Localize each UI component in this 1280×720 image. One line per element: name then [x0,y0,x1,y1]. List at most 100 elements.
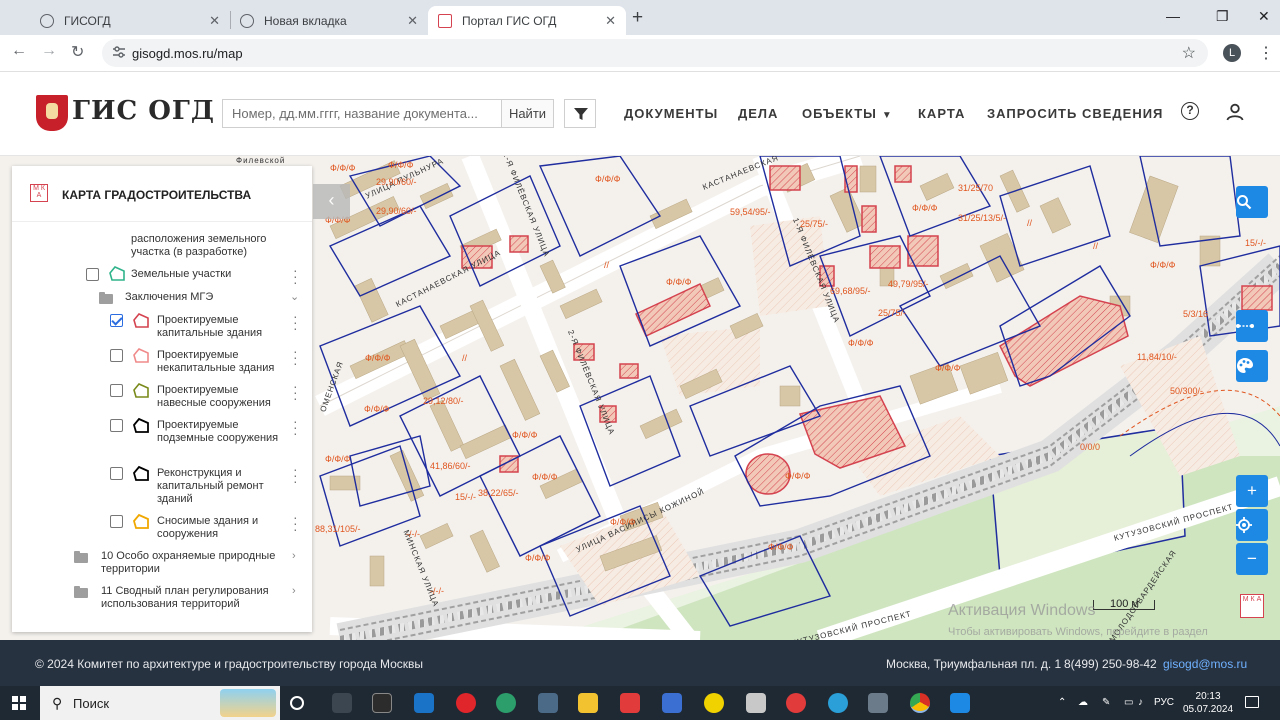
browser-tab[interactable]: Новая вкладка ✕ [230,6,428,35]
close-tab-icon[interactable]: ✕ [209,13,220,29]
site-settings-icon[interactable] [112,45,126,59]
close-tab-icon[interactable]: ✕ [407,13,418,29]
layer-checkbox-canopy-structures[interactable] [110,384,123,397]
chevron-right-icon[interactable]: › [292,550,296,562]
calculator-icon[interactable] [538,693,558,713]
mail-icon[interactable] [414,693,434,713]
browser-toolbar: ← → ↻ gisogd.mos.ru/map ☆ L ⋮ [0,35,1280,72]
layer-checkbox-reconstruction[interactable] [110,467,123,480]
polygon-icon [133,417,149,433]
moscow-coat-of-arms-logo[interactable] [36,95,68,131]
scale-label: 100 м [1110,598,1139,610]
address-bar[interactable]: gisogd.mos.ru/map ☆ [102,39,1208,67]
restore-window-icon[interactable]: ❐ [1216,8,1229,25]
chevron-right-icon[interactable]: › [292,585,296,597]
search-button[interactable]: Найти [501,99,554,128]
tray-volume-icon[interactable]: ♪ [1138,697,1143,708]
my-location-button[interactable] [1236,509,1268,541]
zone-label: 31/25/13/5/- [958,213,1007,223]
measure-button[interactable] [1236,310,1268,342]
nav-documents[interactable]: ДОКУМЕНТЫ [624,106,718,121]
reload-icon[interactable]: ↻ [71,42,84,62]
browser-tab-active[interactable]: Портал ГИС ОГД ✕ [428,6,626,35]
layer-group-label[interactable]: 10 Особо охраняемые природные территории [101,550,281,576]
chevron-down-icon[interactable]: ⌄ [290,290,299,303]
store-icon[interactable] [662,693,682,713]
layer-checkbox-land-plots[interactable] [86,268,99,281]
notification-icon[interactable] [1245,696,1259,708]
settings-app-icon[interactable] [868,693,888,713]
forward-arrow-icon[interactable]: → [41,42,57,60]
chrome-icon[interactable] [910,693,930,713]
yandex-browser-icon[interactable] [786,693,806,713]
map-canvas[interactable]: КАСТАНАЕВСКАЯ УЛИЦА 2-Я ФИЛЁВСКАЯ УЛИЦА … [0,156,1280,640]
nav-request-info[interactable]: ЗАПРОСИТЬ СВЕДЕНИЯ [987,106,1163,121]
tray-chevron-up-icon[interactable]: ⌃ [1058,697,1066,708]
printer-app-icon[interactable] [746,693,766,713]
profile-avatar[interactable]: L [1223,44,1241,62]
telegram-icon[interactable] [828,693,848,713]
layer-checkbox-demolished[interactable] [110,515,123,528]
close-window-icon[interactable]: ✕ [1258,8,1270,25]
edge-icon[interactable] [496,693,516,713]
browser-tab[interactable]: ГИСОГД ✕ [30,6,230,35]
url-text: gisogd.mos.ru/map [132,46,243,61]
windows-activation-title: Активация Windows [948,602,1096,619]
minimize-window-icon[interactable]: — [1166,8,1180,24]
opera-icon[interactable] [456,693,476,713]
layer-checkbox-capital-buildings[interactable] [110,314,123,327]
back-arrow-icon[interactable]: ← [11,42,27,60]
zone-label: Ф/Ф/Ф [532,472,558,482]
yandex-market-icon[interactable] [704,693,724,713]
tray-network-icon[interactable]: ▭ [1124,697,1133,708]
windows-start-icon[interactable] [12,696,26,710]
layer-group-label[interactable]: 11 Сводный план регулирования использова… [101,585,281,611]
tray-pen-icon[interactable]: ✎ [1102,697,1110,708]
taskbar-clock[interactable]: 20:13 05.07.2024 [1183,690,1233,716]
zoom-in-button[interactable]: + [1236,475,1268,507]
basemap-style-button[interactable] [1236,350,1268,382]
collapse-panel-button[interactable]: ‹ [313,184,350,219]
mka-logo-icon: М К А [30,184,48,202]
zone-label: Ф/Ф/Ф [768,542,794,552]
zone-label: Ф/Ф/Ф [666,277,692,287]
polygon-icon [109,266,125,281]
nav-map[interactable]: КАРТА [918,106,965,121]
browser-menu-icon[interactable]: ⋮ [1258,43,1274,63]
close-tab-icon[interactable]: ✕ [605,13,616,29]
widgets-icon[interactable] [332,693,352,713]
zoom-out-button[interactable]: − [1236,543,1268,575]
tray-language[interactable]: РУС [1154,697,1174,708]
layer-menu-icon[interactable]: · · · [293,510,298,536]
new-tab-button[interactable]: + [632,7,643,29]
nav-cases[interactable]: ДЕЛА [738,106,778,121]
task-view-icon[interactable] [290,696,304,710]
document-search-input[interactable] [222,99,502,128]
user-icon[interactable] [1226,103,1244,121]
filter-button[interactable] [564,99,596,128]
help-icon[interactable]: ? [1181,102,1199,120]
layer-checkbox-noncapital-buildings[interactable] [110,349,123,362]
nav-objects[interactable]: ОБЪЕКТЫ ▼ [802,106,893,121]
zone-label: Ф/Ф/Ф [512,430,538,440]
site-logo-text[interactable]: ГИС ОГД [72,96,215,126]
layer-menu-icon[interactable]: · · · [293,379,298,405]
footer-email-link[interactable]: gisogd@mos.ru [1163,657,1247,671]
taskbar-search[interactable]: ⚲ Поиск [40,686,280,720]
layer-group-label[interactable]: Заключения МГЭ [125,291,213,304]
xf-app-icon[interactable] [372,693,392,713]
layer-menu-icon[interactable]: · · · [293,263,298,289]
file-explorer-icon[interactable] [578,693,598,713]
tray-cloud-icon[interactable]: ☁ [1078,697,1088,708]
tab-title: Новая вкладка [264,13,347,28]
layer-menu-icon[interactable]: · · · [293,462,298,488]
map-search-button[interactable] [1236,186,1268,218]
image-viewer-icon[interactable] [950,693,970,713]
layer-menu-icon[interactable]: · · · [293,309,298,335]
layer-checkbox-underground-structures[interactable] [110,419,123,432]
bookmark-star-icon[interactable]: ☆ [1182,43,1196,63]
mka-corner-logo[interactable]: М К А [1240,594,1264,618]
yandex-docs-icon[interactable] [620,693,640,713]
layer-menu-icon[interactable]: · · · [293,414,298,440]
layer-menu-icon[interactable]: · · · [293,344,298,370]
